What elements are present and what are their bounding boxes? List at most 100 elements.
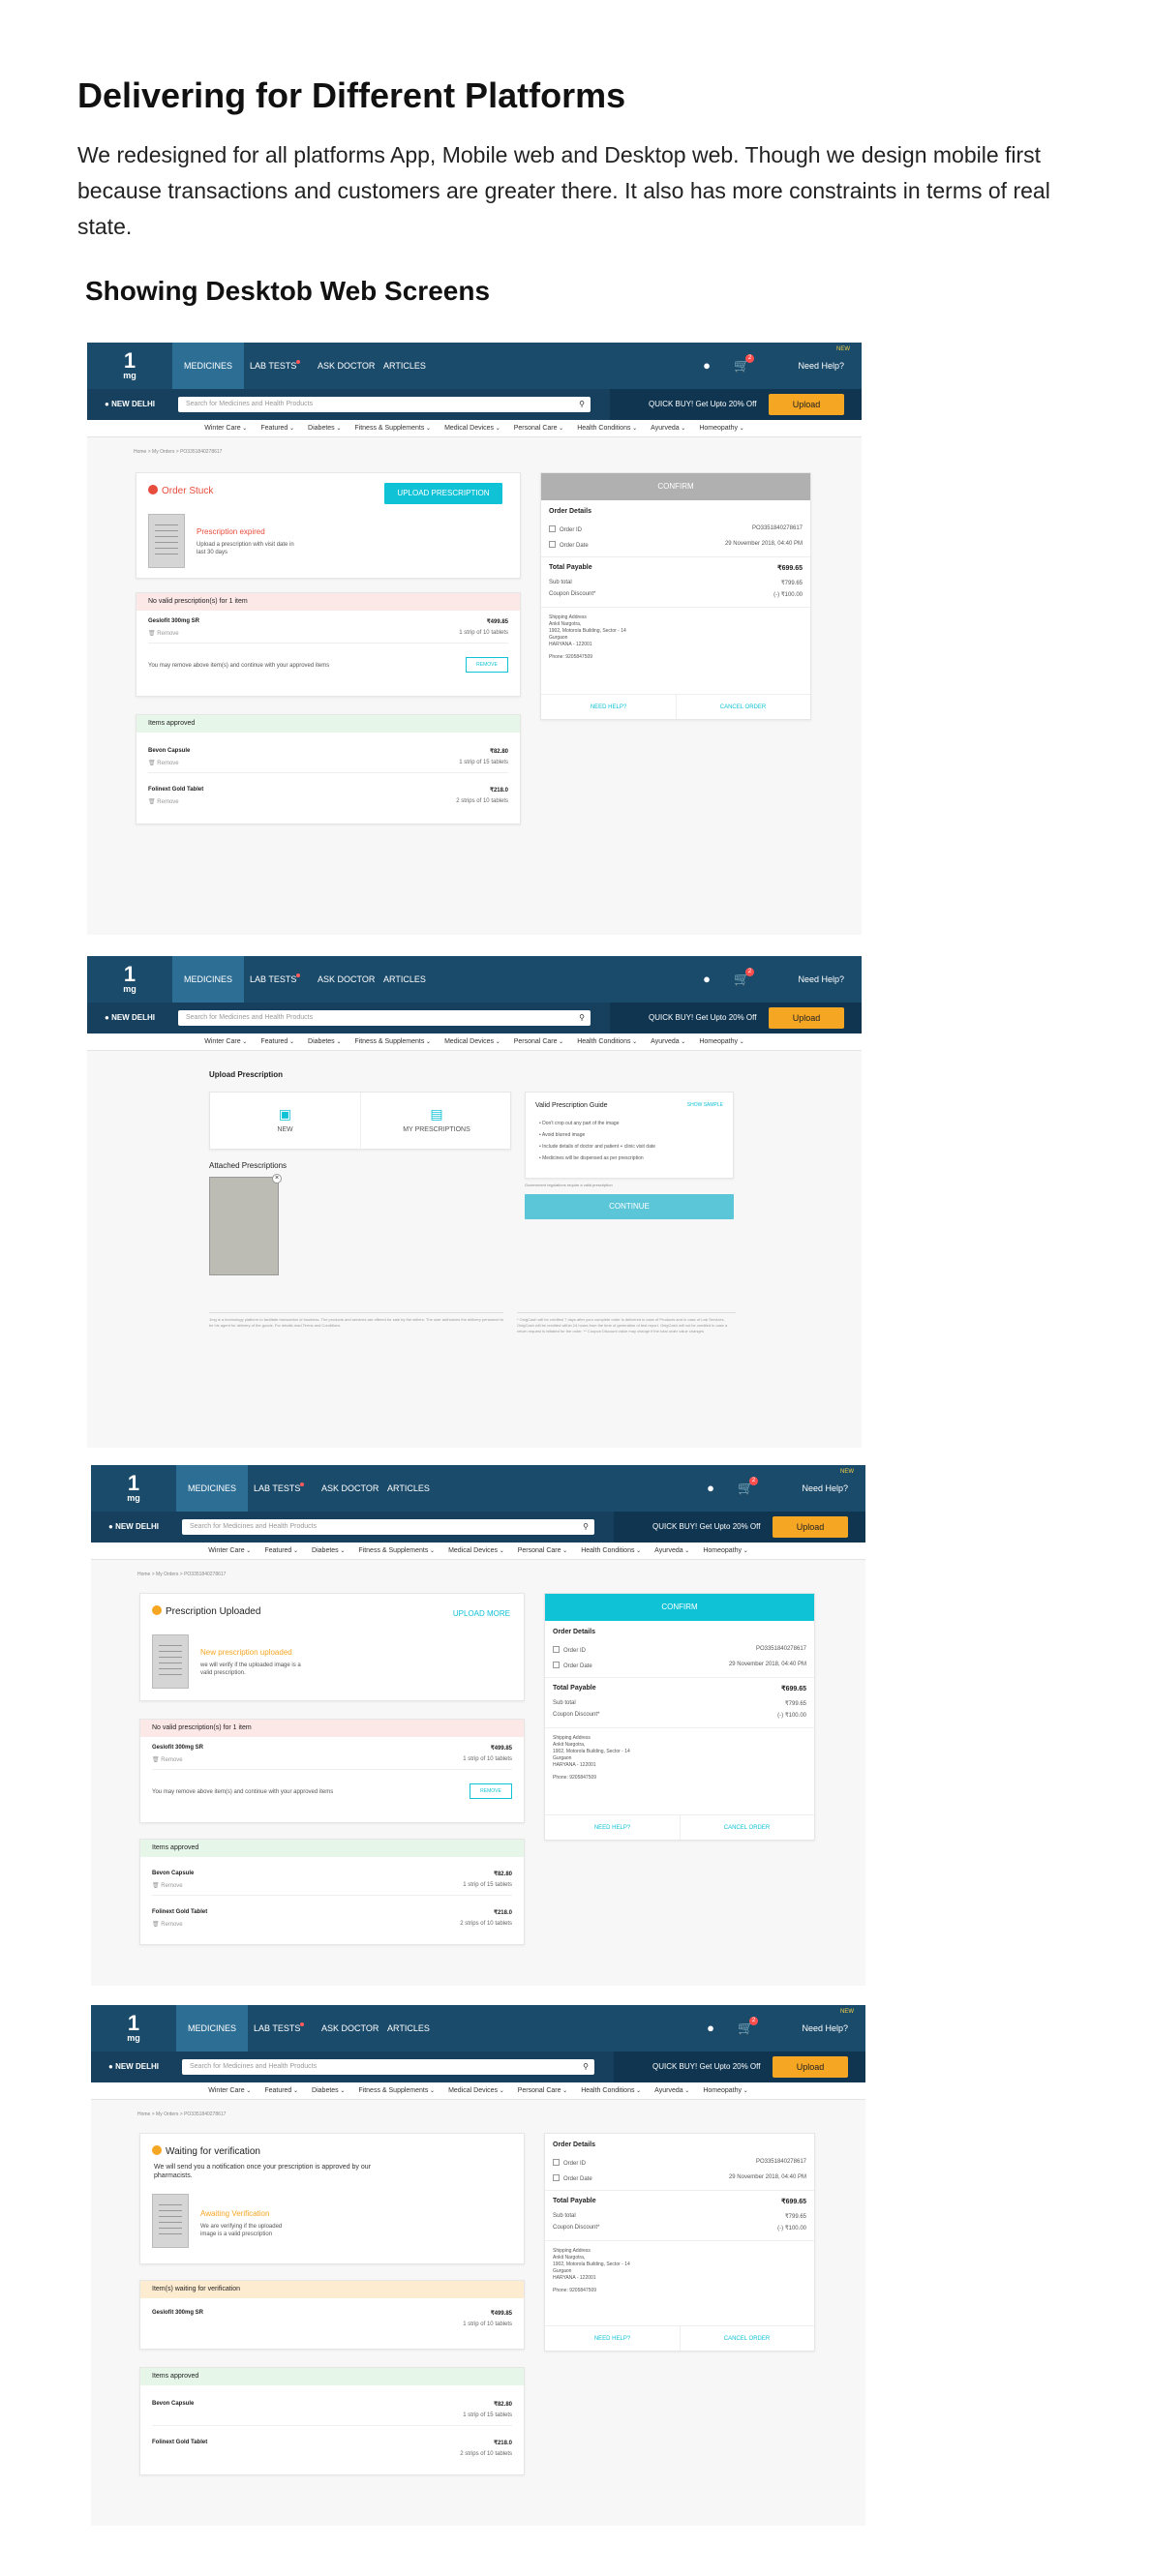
cat-homeopathy[interactable]: Homeopathy bbox=[699, 1038, 743, 1045]
upload-prescription-button[interactable]: UPLOAD PRESCRIPTION bbox=[384, 483, 502, 504]
cart-icon[interactable]: 🛒 2 bbox=[738, 2017, 758, 2036]
cat-ayurveda[interactable]: Ayurveda bbox=[651, 425, 685, 432]
remove-button[interactable]: REMOVE bbox=[470, 1783, 512, 1799]
need-help-link[interactable]: Need Help? NEW bbox=[802, 1465, 854, 1512]
confirm-button[interactable]: CONFIRM bbox=[545, 1594, 814, 1621]
cat-ayurveda[interactable]: Ayurveda bbox=[651, 1038, 685, 1045]
remove-link[interactable]: 🗑 Remove bbox=[148, 760, 179, 766]
need-help-link[interactable]: Need Help? NEW bbox=[798, 343, 850, 389]
breadcrumb[interactable]: Home > My Orders > PO3351840278617 bbox=[137, 2112, 226, 2117]
tab-medicines[interactable]: MEDICINES bbox=[176, 1465, 249, 1512]
need-help-link[interactable]: Need Help? NEW bbox=[802, 2005, 854, 2052]
tab-medicines[interactable]: MEDICINES bbox=[172, 343, 245, 389]
remove-link[interactable]: 🗑 Remove bbox=[152, 1882, 183, 1889]
cart-icon[interactable]: 🛒 2 bbox=[738, 1477, 758, 1496]
cat-featured[interactable]: Featured bbox=[264, 1547, 298, 1554]
need-help-button[interactable]: NEED HELP? bbox=[545, 2326, 680, 2351]
remove-link[interactable]: 🗑 Remove bbox=[148, 798, 179, 805]
cat-fitness[interactable]: Fitness & Supplements bbox=[358, 2087, 435, 2094]
cat-personal-care[interactable]: Personal Care bbox=[514, 1038, 563, 1045]
cat-diabetes[interactable]: Diabetes bbox=[308, 1038, 341, 1045]
location-selector[interactable]: ● NEW DELHI bbox=[105, 1003, 155, 1033]
user-icon[interactable]: ● bbox=[699, 358, 714, 374]
location-selector[interactable]: ● NEW DELHI bbox=[108, 2052, 159, 2082]
cat-winter-care[interactable]: Winter Care bbox=[204, 425, 247, 432]
cat-personal-care[interactable]: Personal Care bbox=[518, 1547, 567, 1554]
tab-lab-tests[interactable]: LAB TESTS bbox=[242, 1465, 316, 1512]
cancel-order-button[interactable]: CANCEL ORDER bbox=[680, 2326, 814, 2351]
cat-featured[interactable]: Featured bbox=[260, 425, 294, 432]
cat-personal-care[interactable]: Personal Care bbox=[514, 425, 563, 432]
cat-medical-devices[interactable]: Medical Devices bbox=[444, 425, 500, 432]
cat-diabetes[interactable]: Diabetes bbox=[312, 2087, 345, 2094]
logo[interactable]: 1 mg bbox=[87, 343, 172, 389]
need-help-link[interactable]: Need Help? bbox=[798, 956, 844, 1003]
cat-ayurveda[interactable]: Ayurveda bbox=[654, 2087, 689, 2094]
breadcrumb[interactable]: Home > My Orders > PO3351840278617 bbox=[137, 1572, 226, 1577]
need-help-button[interactable]: NEED HELP? bbox=[541, 695, 676, 720]
cat-diabetes[interactable]: Diabetes bbox=[312, 1547, 345, 1554]
tab-medicines[interactable]: MEDICINES bbox=[176, 2005, 249, 2052]
cat-personal-care[interactable]: Personal Care bbox=[518, 2087, 567, 2094]
search-input[interactable]: Search for Medicines and Health Products… bbox=[178, 1010, 591, 1026]
logo[interactable]: 1 mg bbox=[91, 1465, 176, 1512]
cat-winter-care[interactable]: Winter Care bbox=[208, 2087, 251, 2094]
tab-medicines[interactable]: MEDICINES bbox=[172, 956, 245, 1003]
tab-lab-tests[interactable]: LAB TESTS bbox=[238, 343, 312, 389]
close-icon[interactable]: × bbox=[272, 1174, 282, 1183]
cat-health-conditions[interactable]: Health Conditions bbox=[577, 1038, 637, 1045]
user-icon[interactable]: ● bbox=[703, 1481, 718, 1496]
my-prescriptions-option[interactable]: ▤ MY PRESCRIPTIONS bbox=[361, 1093, 512, 1151]
tab-lab-tests[interactable]: LAB TESTS bbox=[242, 2005, 316, 2052]
cat-winter-care[interactable]: Winter Care bbox=[204, 1038, 247, 1045]
cart-icon[interactable]: 🛒 2 bbox=[734, 354, 754, 374]
cancel-order-button[interactable]: CANCEL ORDER bbox=[680, 1815, 814, 1841]
cat-health-conditions[interactable]: Health Conditions bbox=[581, 1547, 641, 1554]
cat-fitness[interactable]: Fitness & Supplements bbox=[358, 1547, 435, 1554]
location-selector[interactable]: ● NEW DELHI bbox=[108, 1512, 159, 1543]
new-prescription-option[interactable]: ▣ NEW bbox=[210, 1093, 361, 1151]
remove-link[interactable]: 🗑 Remove bbox=[148, 630, 179, 637]
upload-more-link[interactable]: UPLOAD MORE bbox=[453, 1609, 510, 1618]
cat-medical-devices[interactable]: Medical Devices bbox=[444, 1038, 500, 1045]
cat-ayurveda[interactable]: Ayurveda bbox=[654, 1547, 689, 1554]
tab-articles[interactable]: ARTICLES bbox=[376, 2005, 441, 2052]
cat-featured[interactable]: Featured bbox=[264, 2087, 298, 2094]
cat-medical-devices[interactable]: Medical Devices bbox=[448, 2087, 504, 2094]
cat-diabetes[interactable]: Diabetes bbox=[308, 425, 341, 432]
tab-articles[interactable]: ARTICLES bbox=[376, 1465, 441, 1512]
cat-fitness[interactable]: Fitness & Supplements bbox=[354, 1038, 431, 1045]
cart-icon[interactable]: 🛒 2 bbox=[734, 968, 754, 987]
user-icon[interactable]: ● bbox=[703, 2021, 718, 2036]
cat-health-conditions[interactable]: Health Conditions bbox=[581, 2087, 641, 2094]
tab-articles[interactable]: ARTICLES bbox=[372, 343, 438, 389]
remove-button[interactable]: REMOVE bbox=[466, 657, 508, 673]
cat-homeopathy[interactable]: Homeopathy bbox=[703, 1547, 747, 1554]
attached-prescription-image[interactable]: × bbox=[209, 1174, 282, 1275]
confirm-button[interactable]: CONFIRM bbox=[541, 473, 810, 500]
need-help-button[interactable]: NEED HELP? bbox=[545, 1815, 680, 1841]
logo[interactable]: 1 mg bbox=[87, 956, 172, 1003]
tab-articles[interactable]: ARTICLES bbox=[372, 956, 438, 1003]
search-input[interactable]: Search for Medicines and Health Products… bbox=[182, 2059, 594, 2075]
remove-link[interactable]: 🗑 Remove bbox=[152, 1756, 183, 1763]
user-icon[interactable]: ● bbox=[699, 972, 714, 987]
cat-homeopathy[interactable]: Homeopathy bbox=[703, 2087, 747, 2094]
continue-button[interactable]: CONTINUE bbox=[525, 1194, 734, 1219]
search-input[interactable]: Search for Medicines and Health Products… bbox=[178, 397, 591, 412]
cat-homeopathy[interactable]: Homeopathy bbox=[699, 425, 743, 432]
show-sample-link[interactable]: SHOW SAMPLE bbox=[687, 1102, 723, 1108]
cat-medical-devices[interactable]: Medical Devices bbox=[448, 1547, 504, 1554]
logo[interactable]: 1 mg bbox=[91, 2005, 176, 2052]
cancel-order-button[interactable]: CANCEL ORDER bbox=[676, 695, 810, 720]
upload-button[interactable]: Upload bbox=[769, 394, 844, 415]
upload-button[interactable]: Upload bbox=[773, 2056, 848, 2078]
upload-button[interactable]: Upload bbox=[773, 1516, 848, 1538]
remove-link[interactable]: 🗑 Remove bbox=[152, 1921, 183, 1928]
cat-winter-care[interactable]: Winter Care bbox=[208, 1547, 251, 1554]
breadcrumb[interactable]: Home > My Orders > PO3351840278617 bbox=[134, 449, 222, 455]
cat-health-conditions[interactable]: Health Conditions bbox=[577, 425, 637, 432]
cat-fitness[interactable]: Fitness & Supplements bbox=[354, 425, 431, 432]
cat-featured[interactable]: Featured bbox=[260, 1038, 294, 1045]
location-selector[interactable]: ● NEW DELHI bbox=[105, 389, 155, 420]
